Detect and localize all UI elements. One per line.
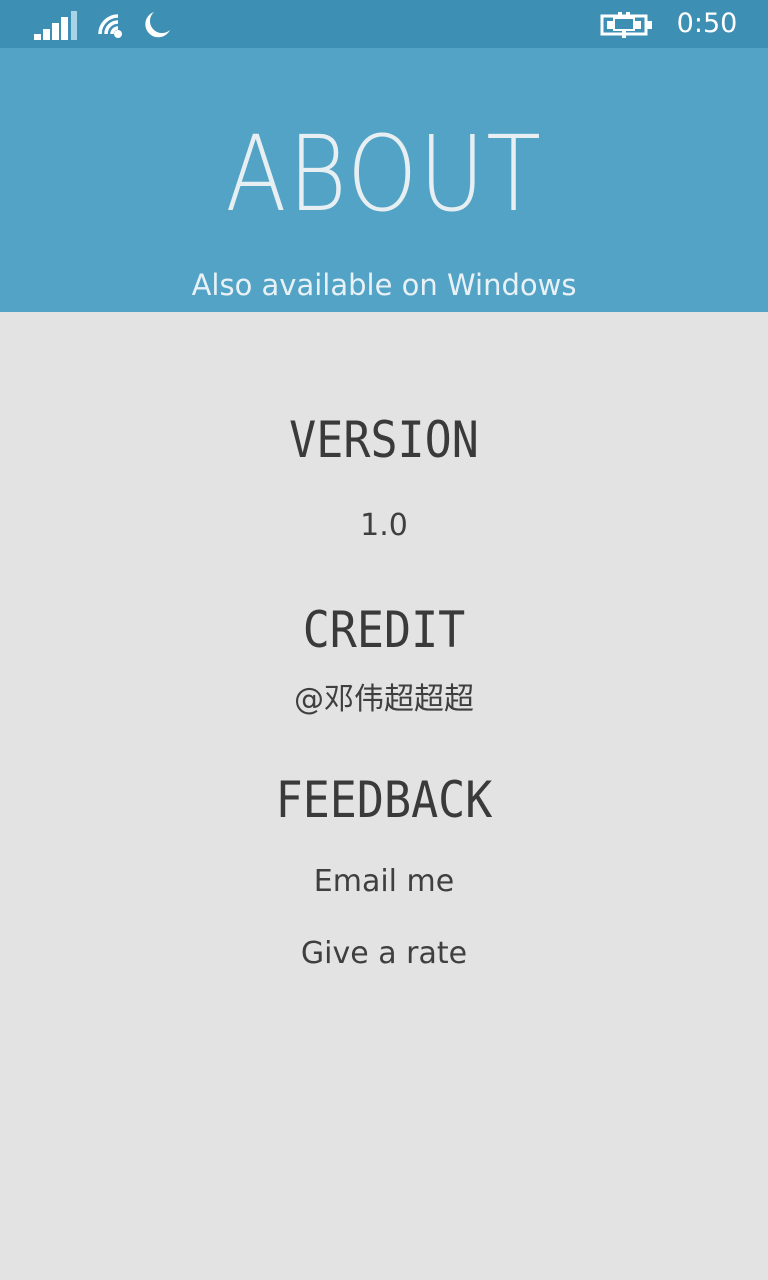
moon-icon [145, 12, 170, 38]
feedback-heading: FEEDBACK [275, 771, 493, 829]
email-me-link[interactable]: Email me [0, 862, 768, 902]
wifi-icon [98, 14, 122, 38]
battery-charging-icon [600, 12, 652, 38]
give-rate-link[interactable]: Give a rate [0, 934, 768, 974]
version-value: 1.0 [360, 508, 408, 543]
about-content: VERSION 1.0 CREDIT @邓伟超超超 FEEDBACK Email… [0, 312, 768, 1280]
status-bar: 0:50 [0, 0, 768, 48]
page-header: ABOUT Also available on Windows [0, 48, 768, 312]
credit-heading: CREDIT [302, 601, 466, 659]
version-heading: VERSION [289, 411, 479, 469]
signal-icon [34, 11, 77, 40]
availability-link[interactable]: Also available on Windows [0, 266, 768, 304]
credit-value: @邓伟超超超 [294, 682, 474, 717]
status-clock: 0:50 [676, 8, 738, 39]
page-title: ABOUT [225, 113, 543, 235]
